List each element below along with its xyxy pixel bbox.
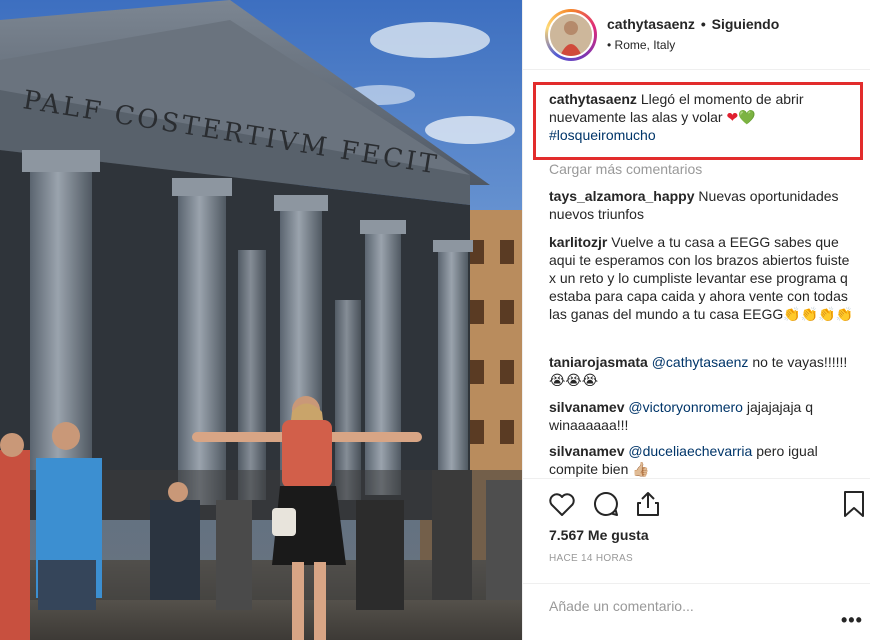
more-options-icon[interactable]: ••• (841, 610, 863, 631)
comment-item: karlitozjr Vuelve a tu casa a EEGG sabes… (549, 233, 855, 323)
likes-count[interactable]: 7.567 Me gusta (549, 527, 649, 543)
comment-item: silvanamev @victoryonromero jajajajaja q… (549, 398, 855, 434)
comment-item: tays_alzamora_happy Nuevas oportunidades… (549, 187, 855, 223)
header-username[interactable]: cathytasaenz (607, 16, 695, 32)
comment-username[interactable]: tays_alzamora_happy (549, 188, 695, 204)
share-icon[interactable] (633, 489, 663, 519)
instagram-post-view: PALF COSTERTIVM FECIT cathytasaenz • Sig… (0, 0, 870, 640)
header-location[interactable]: • Rome, Italy (607, 38, 675, 52)
caption-username[interactable]: cathytasaenz (549, 91, 637, 107)
comment-username[interactable]: taniarojasmata (549, 354, 648, 370)
avatar[interactable] (548, 12, 594, 58)
post-timestamp[interactable]: HACE 14 HORAS (549, 553, 633, 564)
post-photo[interactable]: PALF COSTERTIVM FECIT (0, 0, 522, 640)
pantheon-photo-illustration: PALF COSTERTIVM FECIT (0, 0, 522, 640)
post-actions-bar (523, 478, 870, 528)
comment-mention[interactable]: @victoryonromero (628, 399, 743, 415)
comment-username[interactable]: silvanamev (549, 399, 625, 415)
comment-item: silvanamev @duceliaechevarria pero igual… (549, 442, 855, 478)
heart-icon[interactable] (547, 489, 577, 519)
comment-username[interactable]: karlitozjr (549, 234, 607, 250)
add-comment-bar: Añade un comentario... ••• (523, 583, 870, 640)
comment-item: taniarojasmata @cathytasaenz no te vayas… (549, 353, 855, 389)
comment-username[interactable]: silvanamev (549, 443, 625, 459)
avatar-image (550, 14, 592, 56)
location-dot-icon: • (607, 38, 615, 52)
comment-mention[interactable]: @cathytasaenz (652, 354, 749, 370)
story-ring[interactable] (545, 9, 597, 61)
caption-hashtag[interactable]: #losqueiromucho (549, 127, 656, 143)
comment-icon[interactable] (591, 489, 621, 519)
green-heart-icon: 💚 (738, 109, 756, 125)
comment-mention[interactable]: @duceliaechevarria (628, 443, 752, 459)
red-heart-icon: ❤ (726, 109, 739, 125)
follow-status-button[interactable]: Siguiendo (712, 16, 780, 32)
caption: cathytasaenz Llegó el momento de abrir n… (549, 90, 853, 144)
bookmark-icon[interactable] (839, 489, 869, 519)
post-header: cathytasaenz • Siguiendo • Rome, Italy (523, 0, 870, 70)
load-more-comments[interactable]: Cargar más comentarios (549, 161, 702, 177)
post-side-panel: cathytasaenz • Siguiendo • Rome, Italy c… (522, 0, 870, 640)
header-dot: • (700, 16, 706, 32)
header-user-line: cathytasaenz • Siguiendo (607, 16, 779, 32)
add-comment-input[interactable]: Añade un comentario... (549, 598, 694, 614)
location-label: Rome, Italy (614, 38, 676, 52)
